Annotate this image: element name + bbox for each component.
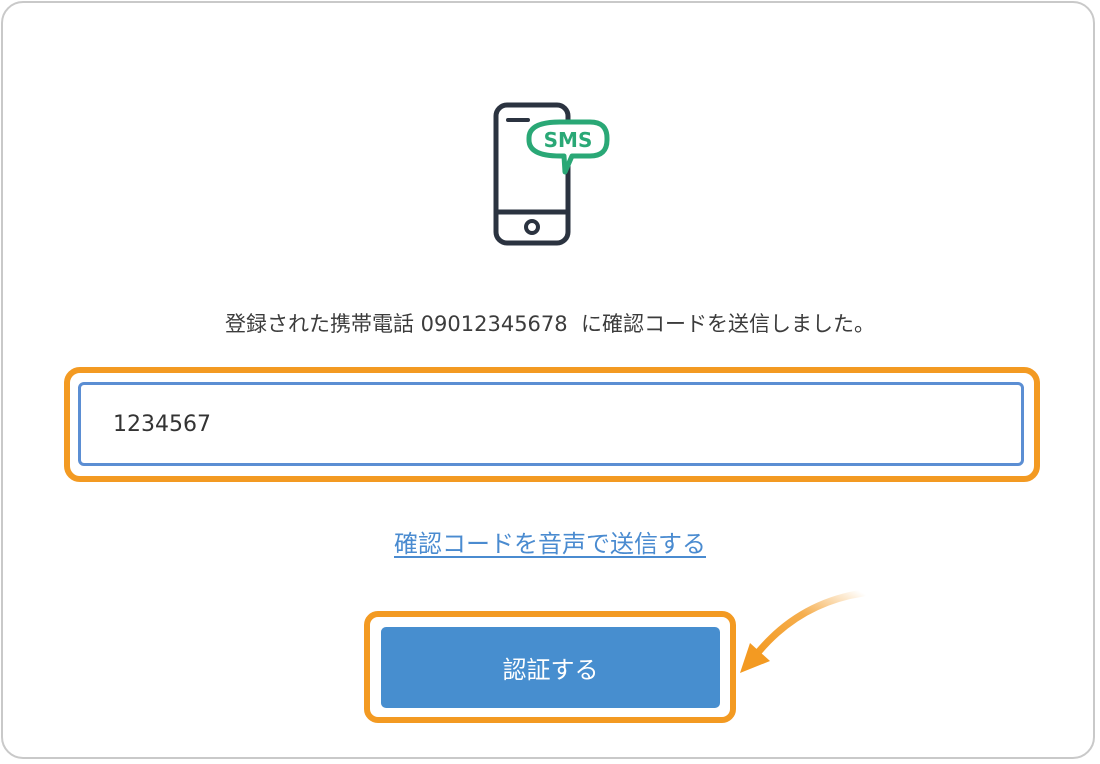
message-suffix: に確認コードを送信しました。 xyxy=(567,312,876,336)
verification-code-input[interactable] xyxy=(78,382,1024,466)
voice-link-container: 確認コードを音声で送信する xyxy=(0,524,1100,559)
pointer-arrow-icon xyxy=(740,589,867,673)
sms-bubble-icon: SMS xyxy=(526,119,610,175)
sent-message: 登録された携帯電話 09012345678 に確認コードを送信しました。 xyxy=(0,308,1100,338)
message-prefix: 登録された携帯電話 xyxy=(224,312,421,336)
phone-number: 09012345678 xyxy=(420,312,568,336)
arrow-shaft xyxy=(752,589,867,659)
phone-home-button xyxy=(524,219,540,235)
phone-sms-icon: SMS xyxy=(493,102,610,246)
send-code-by-voice-link[interactable]: 確認コードを音声で送信する xyxy=(394,530,706,558)
sms-bubble-text: SMS xyxy=(544,128,593,152)
verify-button[interactable]: 認証する xyxy=(381,627,720,708)
